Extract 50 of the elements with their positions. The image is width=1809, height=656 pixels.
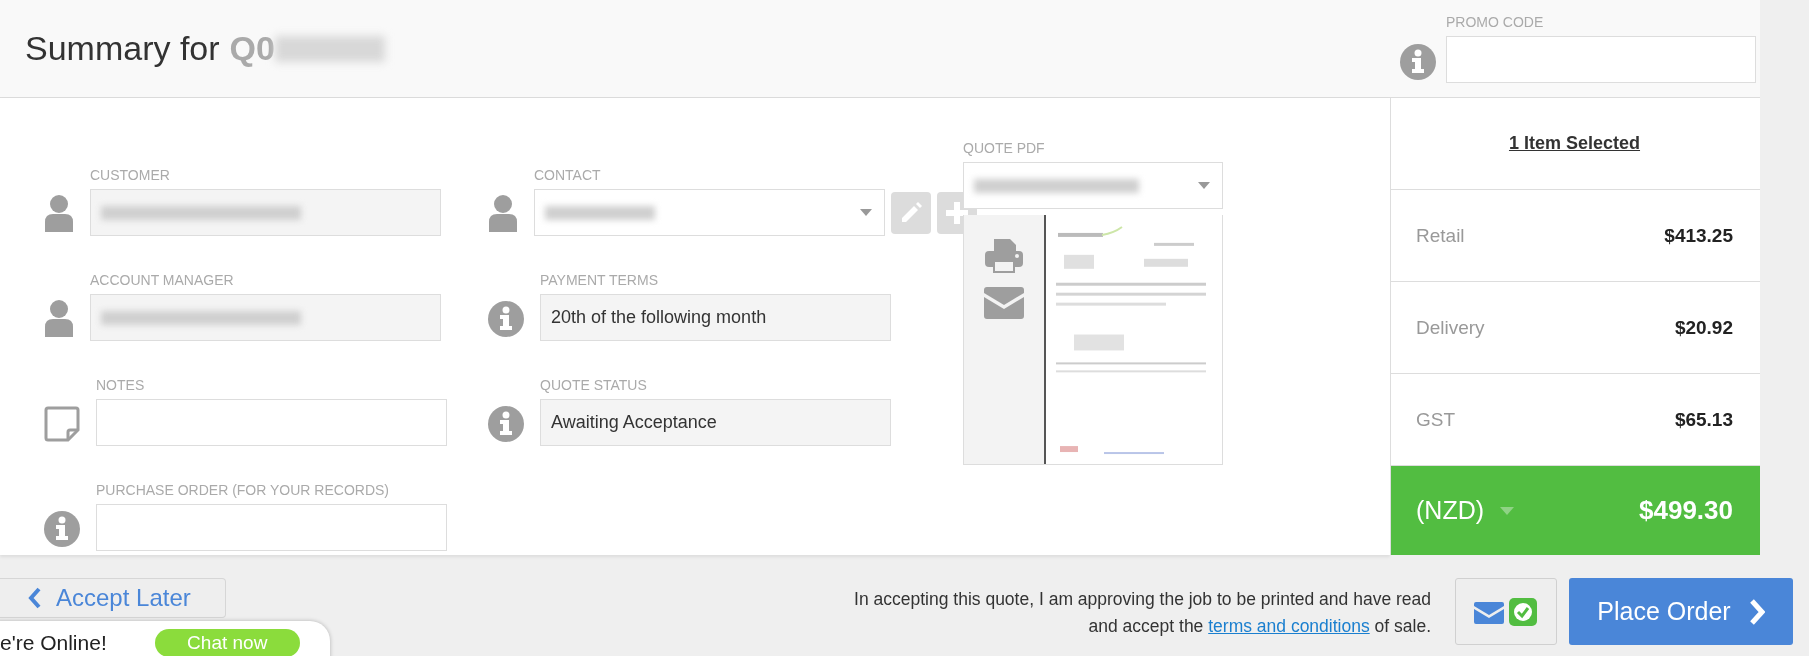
price-amount: $65.13 — [1674, 408, 1733, 431]
envelope-check-icon — [1474, 596, 1538, 627]
input-field[interactable] — [96, 399, 447, 446]
terms-link[interactable]: terms and conditions — [1208, 616, 1370, 636]
field-label: QUOTE PDF — [963, 140, 1046, 156]
caret-icon — [1198, 182, 1210, 189]
price-label: Delivery — [1416, 316, 1485, 339]
field-value: 20th of the following month — [551, 307, 767, 328]
field-label: QUOTE STATUS — [540, 377, 648, 393]
price-label: Retail — [1416, 224, 1465, 247]
field-value: Awaiting Acceptance — [551, 412, 717, 433]
envelope-icon[interactable] — [984, 287, 1024, 319]
place-order-button[interactable]: Place Order — [1569, 578, 1793, 645]
field-label: PAYMENT TERMS — [540, 272, 659, 288]
field-label: CONTACT — [534, 167, 602, 183]
accept-later-button[interactable]: Accept Later — [0, 578, 226, 618]
person-icon — [44, 194, 74, 232]
total-amount: $499.30 — [1639, 495, 1733, 526]
chevron-right-icon — [1748, 598, 1765, 625]
printer-icon[interactable] — [984, 237, 1024, 273]
contact-dropdown[interactable] — [534, 189, 885, 236]
pencil-icon — [899, 200, 923, 225]
chat-status: e're Online! — [0, 631, 107, 655]
field-label: PURCHASE ORDER (FOR YOUR RECORDS) — [96, 482, 390, 498]
pdf-dropdown[interactable] — [963, 162, 1223, 209]
caret-icon — [1500, 506, 1515, 515]
price-label: GST — [1416, 408, 1456, 431]
items-selected-link[interactable]: 1 Item Selected — [1508, 133, 1641, 154]
field-label: ACCOUNT MANAGER — [90, 272, 235, 288]
promo-code-field[interactable] — [1446, 36, 1756, 83]
input-field[interactable] — [96, 504, 447, 551]
field-label: PROMO CODE — [1446, 14, 1545, 30]
edit-button[interactable] — [891, 191, 931, 234]
currency-dropdown[interactable]: (NZD) — [1416, 496, 1515, 525]
caret-icon — [860, 209, 872, 216]
person-icon — [488, 194, 518, 232]
note-icon — [44, 406, 80, 442]
price-amount: $20.92 — [1674, 316, 1733, 339]
field-label: NOTES — [96, 377, 146, 393]
field-label: CUSTOMER — [90, 167, 171, 183]
terms-text: In accepting this quote, I am approving the job to be printed and have read and accept the terms and conditions of sale. — [853, 588, 1431, 638]
email-approve-button[interactable] — [1455, 578, 1557, 645]
price-amount: $413.25 — [1664, 224, 1733, 247]
person-icon — [44, 299, 74, 337]
info-icon — [44, 511, 80, 547]
info-icon — [488, 301, 524, 337]
info-icon — [1400, 44, 1436, 80]
chevron-left-icon — [28, 587, 42, 609]
page-title: Summary for Q0 — [25, 29, 275, 68]
info-icon — [488, 406, 524, 442]
